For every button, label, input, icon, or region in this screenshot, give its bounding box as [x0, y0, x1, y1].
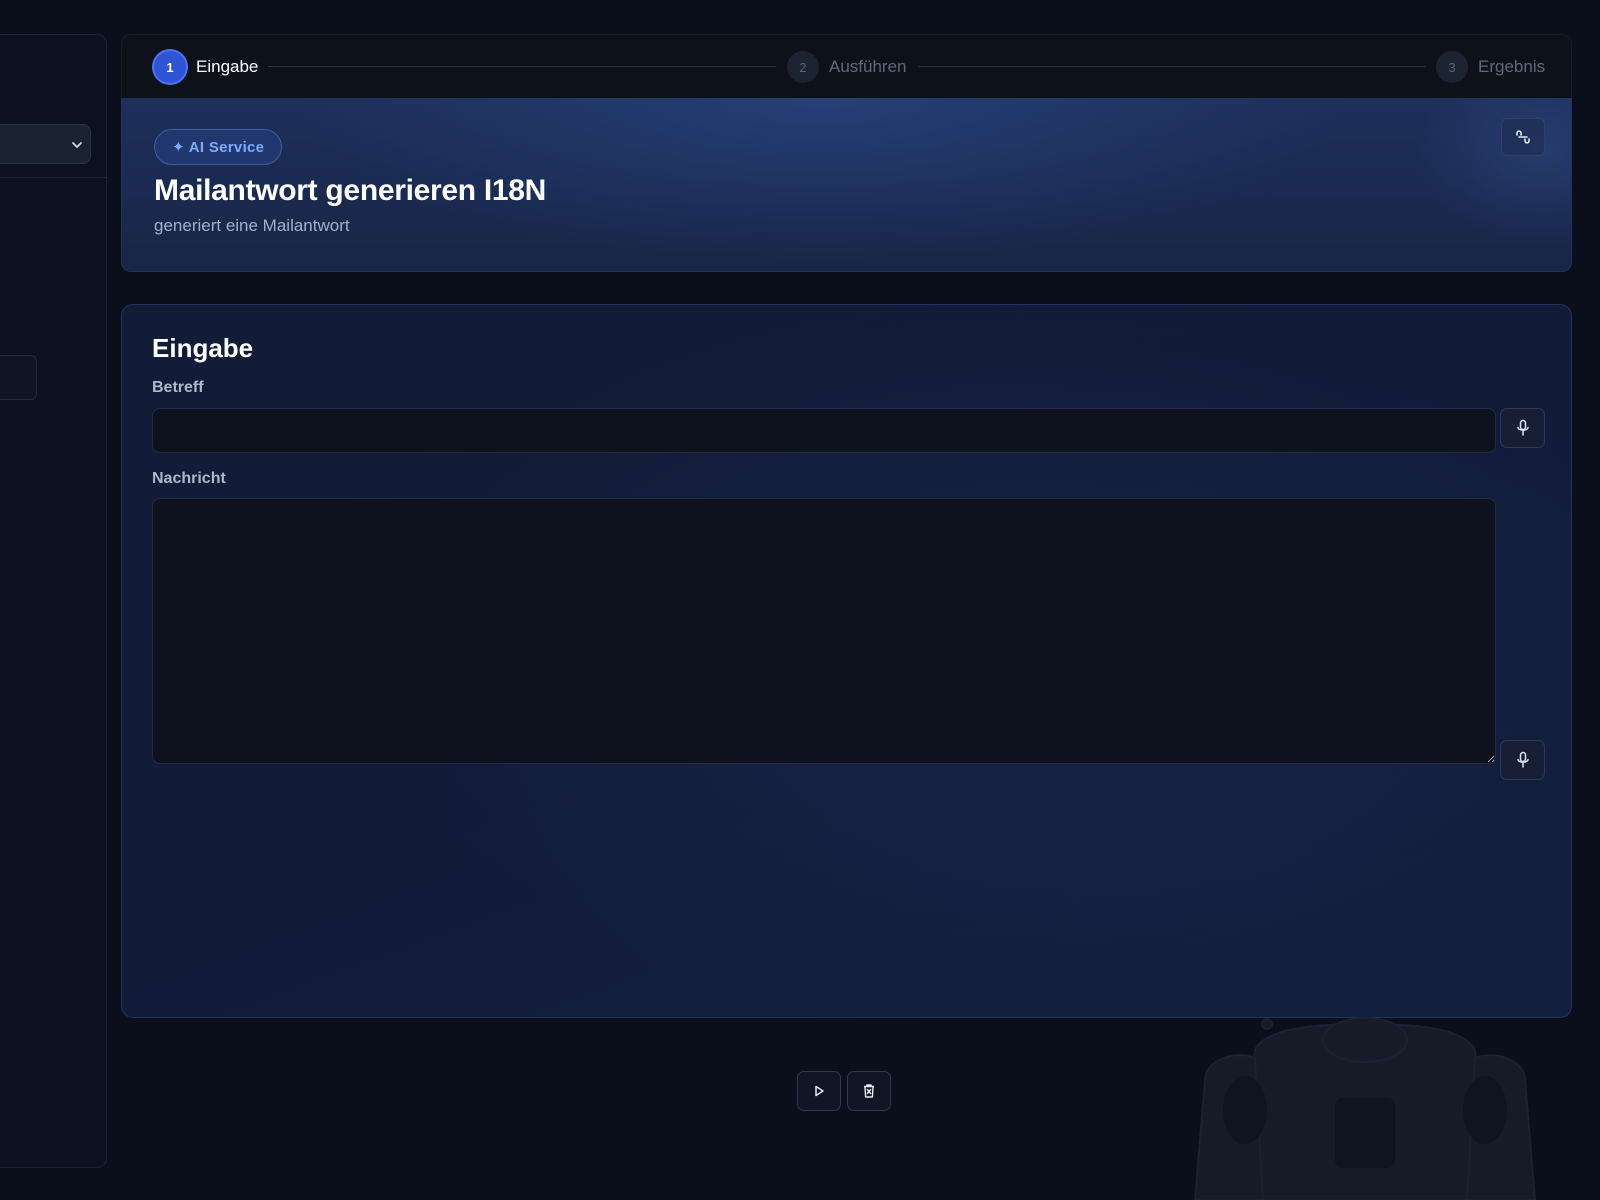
sidebar-item[interactable] — [0, 355, 37, 400]
play-icon — [815, 1085, 824, 1097]
step-label: Eingabe — [196, 57, 259, 76]
step-eingabe[interactable]: 1 Eingabe — [154, 51, 258, 83]
step-ausfuehren[interactable]: 2 Ausführen — [787, 51, 907, 83]
step-ergebnis[interactable]: 3 Ergebnis — [1436, 51, 1545, 83]
step-number: 2 — [787, 51, 819, 83]
step-connector — [918, 66, 1426, 67]
nachricht-voice-button[interactable] — [1500, 740, 1545, 780]
input-card: Eingabe Betreff Nachricht — [121, 304, 1572, 1018]
stepper: 1 Eingabe 2 Ausführen 3 Ergebnis — [121, 34, 1572, 98]
step-number: 1 — [154, 51, 186, 83]
robot-illustration — [1193, 1017, 1537, 1200]
link-icon — [1516, 130, 1530, 144]
clear-button[interactable] — [847, 1071, 891, 1111]
sidebar — [0, 34, 107, 1168]
microphone-icon — [1516, 419, 1529, 436]
sidebar-divider — [0, 177, 106, 178]
microphone-icon — [1516, 751, 1529, 768]
step-label: Ausführen — [829, 57, 907, 76]
chevron-down-icon — [72, 142, 82, 148]
page-title: Mailantwort generieren I18N — [154, 174, 547, 207]
link-button[interactable] — [1501, 118, 1545, 156]
step-label: Ergebnis — [1478, 57, 1546, 76]
badge-label: ✦ AI Service — [172, 139, 265, 156]
run-button[interactable] — [797, 1071, 841, 1111]
nachricht-textarea[interactable] — [152, 498, 1496, 764]
section-heading: Eingabe — [152, 333, 254, 363]
sidebar-select[interactable] — [0, 124, 91, 164]
step-number: 3 — [1436, 51, 1468, 83]
betreff-label: Betreff — [152, 379, 204, 396]
step-connector — [268, 66, 776, 67]
page-subtitle: generiert eine Mailantwort — [154, 216, 350, 235]
service-header: ✦ AI Service Mailantwort generieren I18N… — [121, 98, 1572, 272]
trash-icon — [864, 1084, 874, 1098]
betreff-voice-button[interactable] — [1500, 408, 1545, 448]
betreff-input[interactable] — [152, 408, 1496, 453]
nachricht-label: Nachricht — [152, 470, 226, 487]
ai-service-badge: ✦ AI Service — [154, 129, 283, 165]
